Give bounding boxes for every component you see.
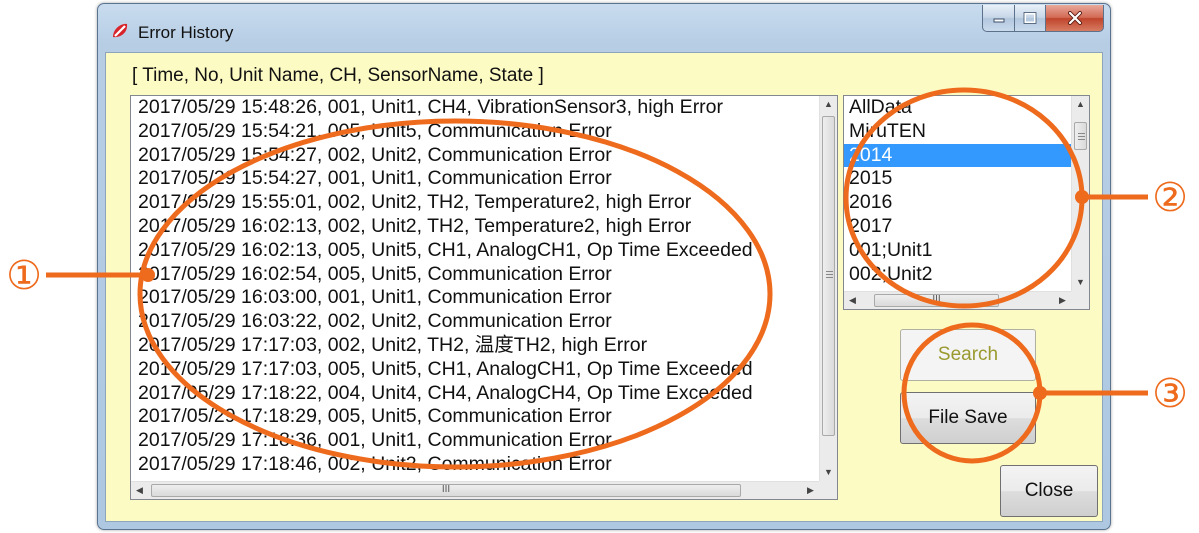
list-item[interactable]: 2017/05/29 16:03:00, 001, Unit1, Communi… <box>131 286 821 310</box>
scrollbar-thumb[interactable] <box>822 116 835 436</box>
filter-scroll-right-arrow-icon[interactable]: ▶ <box>1054 292 1071 309</box>
column-header-label: [ Time, No, Unit Name, CH, SensorName, S… <box>132 65 544 86</box>
filter-scroll-left-arrow-icon[interactable]: ◀ <box>844 292 861 309</box>
callout-1-number: ① <box>6 253 42 299</box>
scroll-up-arrow-icon[interactable]: ▲ <box>820 96 837 113</box>
caption-buttons <box>982 5 1104 32</box>
filter-list-item[interactable]: MiruTEN <box>844 120 1072 144</box>
error-history-list[interactable]: 2017/05/29 15:48:26, 001, Unit1, CH4, Vi… <box>130 95 838 500</box>
list-item[interactable]: 2017/05/29 15:54:27, 002, Unit2, Communi… <box>131 144 821 168</box>
filter-list-rows: AllData MiruTEN 2014 2015 2016 2017 001;Unit1 0… <box>844 96 1072 291</box>
scroll-down-arrow-icon[interactable]: ▼ <box>820 464 837 481</box>
hscroll-thumb[interactable]: III <box>151 484 741 497</box>
list-item[interactable]: 2017/05/29 16:03:22, 002, Unit2, Communi… <box>131 310 821 334</box>
filter-list-item[interactable]: 001;Unit1 <box>844 239 1072 263</box>
horizontal-scrollbar[interactable]: ◀ III ▶ <box>131 481 819 499</box>
list-item[interactable]: 2017/05/29 15:54:27, 001, Unit1, Communi… <box>131 167 821 191</box>
callout-3-number: ③ <box>1152 371 1188 417</box>
screenshot-stage: Error History [Time, No, Unit Name, CH,… <box>0 0 1199 533</box>
close-icon <box>1067 11 1082 25</box>
list-item[interactable]: 2017/05/29 16:02:13, 005, Unit5, CH1, An… <box>131 239 821 263</box>
scroll-left-arrow-icon[interactable]: ◀ <box>131 482 148 499</box>
callout-2-number: ② <box>1152 175 1188 221</box>
minimize-button[interactable] <box>982 5 1015 32</box>
filter-list-item[interactable]: 2016 <box>844 191 1072 215</box>
list-item[interactable]: 2017/05/29 15:54:21, 005, Unit5, Communi… <box>131 120 821 144</box>
close-button[interactable]: Close <box>1000 465 1098 517</box>
list-item[interactable]: 2017/05/29 16:02:54, 005, Unit5, Communi… <box>131 263 821 287</box>
filter-list-item[interactable]: 2015 <box>844 167 1072 191</box>
app-icon <box>113 23 128 38</box>
filter-list[interactable]: AllData MiruTEN 2014 2015 2016 2017 001;Unit1 0… <box>843 95 1090 310</box>
maximize-button[interactable] <box>1015 5 1046 32</box>
window-title: Error History <box>138 23 234 42</box>
scroll-corner <box>819 481 837 499</box>
list-item[interactable]: 2017/05/29 17:18:36, 001, Unit1, Communi… <box>131 429 821 453</box>
filter-scroll-up-arrow-icon[interactable]: ▲ <box>1072 96 1089 113</box>
list-item[interactable]: 2017/05/29 15:48:26, 001, Unit1, CH4, Vi… <box>131 96 821 120</box>
title-bar[interactable]: Error History <box>98 4 1110 52</box>
list-item[interactable]: 2017/05/29 15:55:01, 002, Unit2, TH2, Te… <box>131 191 821 215</box>
list-item[interactable]: 2017/05/29 17:17:03, 005, Unit5, CH1, An… <box>131 358 821 382</box>
file-save-button[interactable]: File Save <box>900 392 1036 444</box>
filter-vertical-scrollbar[interactable]: ▲ ▼ <box>1071 96 1089 291</box>
vertical-scrollbar[interactable]: ▲ ▼ <box>819 96 837 481</box>
minimize-icon <box>993 18 1004 23</box>
filter-scroll-down-arrow-icon[interactable]: ▼ <box>1072 274 1089 291</box>
error-list-rows: 2017/05/29 15:48:26, 001, Unit1, CH4, Vi… <box>131 96 821 480</box>
list-item[interactable]: 2017/05/29 17:18:46, 002, Unit2, Communi… <box>131 453 821 477</box>
list-item[interactable]: 2017/05/29 17:17:03, 002, Unit2, TH2, 温度… <box>131 334 821 358</box>
close-window-button[interactable] <box>1046 5 1104 32</box>
filter-list-item[interactable]: AllData <box>844 96 1072 120</box>
maximize-icon <box>1023 12 1037 24</box>
filter-scroll-corner <box>1071 291 1089 309</box>
search-button[interactable]: Search <box>900 329 1036 381</box>
filter-horizontal-scrollbar[interactable]: ◀ III ▶ <box>844 291 1071 309</box>
filter-list-item[interactable]: 002;Unit2 <box>844 263 1072 287</box>
filter-scrollbar-thumb[interactable] <box>1074 122 1087 150</box>
list-item[interactable]: 2017/05/29 16:02:13, 002, Unit2, TH2, Te… <box>131 215 821 239</box>
list-item[interactable]: 2017/05/29 17:18:22, 004, Unit4, CH4, An… <box>131 382 821 406</box>
filter-list-item[interactable]: 2017 <box>844 215 1072 239</box>
scroll-right-arrow-icon[interactable]: ▶ <box>802 482 819 499</box>
filter-hscroll-thumb[interactable]: III <box>874 294 999 307</box>
filter-list-item[interactable]: 2014 <box>844 143 1072 168</box>
list-item[interactable]: 2017/05/29 17:18:29, 005, Unit5, Communi… <box>131 405 821 429</box>
